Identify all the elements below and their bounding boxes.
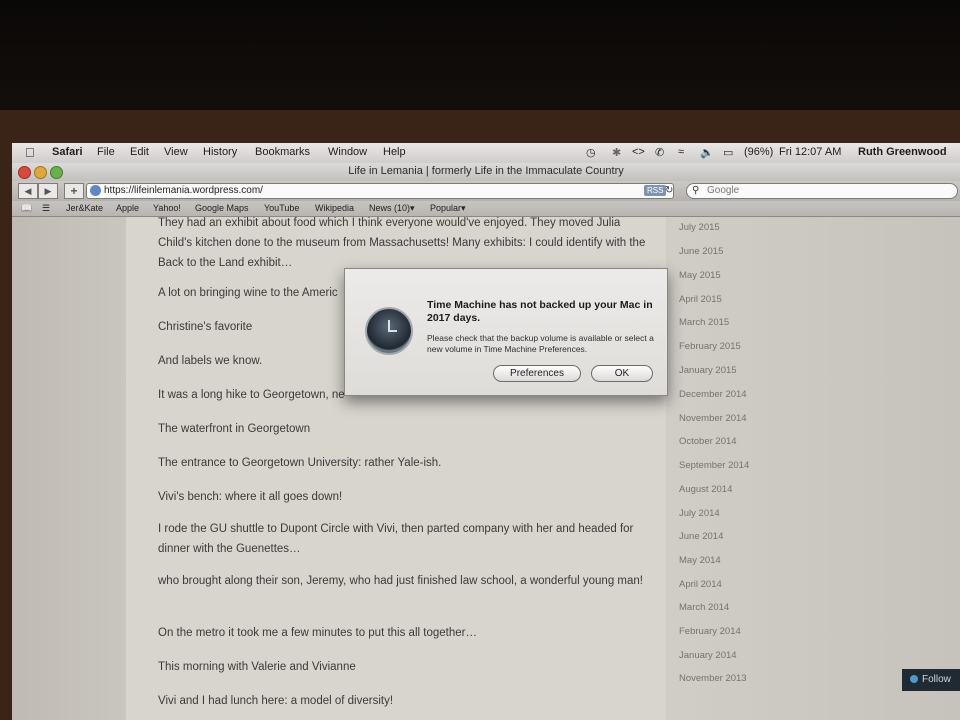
bookmark-item[interactable]: YouTube xyxy=(264,203,299,213)
bookmark-folder[interactable]: Popular▾ xyxy=(430,203,466,214)
archive-link[interactable]: November 2014 xyxy=(679,413,747,424)
bookmark-item[interactable]: Jer&Kate xyxy=(66,203,103,213)
post-paragraph: On the metro it took me a few minutes to… xyxy=(158,627,477,639)
archive-link[interactable]: March 2014 xyxy=(679,602,729,613)
add-bookmark-button[interactable]: + xyxy=(64,183,84,199)
top-sites-icon[interactable]: ☰ xyxy=(42,203,50,214)
rss-button[interactable]: RSS xyxy=(644,185,667,196)
wordpress-icon xyxy=(910,675,918,684)
browser-toolbar: ◀ ▶ + https://lifeinlemania.wordpress.co… xyxy=(12,181,960,201)
user-menu[interactable]: Ruth Greenwood xyxy=(858,146,947,158)
ok-button[interactable]: OK xyxy=(591,365,653,382)
window-title-bar: Life in Lemania | formerly Life in the I… xyxy=(12,163,960,181)
post-paragraph: who brought along their son, Jeremy, who… xyxy=(158,575,643,587)
archive-link[interactable]: February 2014 xyxy=(679,626,741,637)
volume-icon[interactable]: 🔈 xyxy=(700,146,714,159)
battery-percent: (96%) xyxy=(744,146,774,158)
address-bar-url: https://lifeinlemania.wordpress.com/ xyxy=(104,185,263,196)
archive-link[interactable]: October 2014 xyxy=(679,436,737,447)
post-paragraph: I rode the GU shuttle to Dupont Circle w… xyxy=(158,523,634,555)
bluetooth-icon[interactable]: ✱ xyxy=(612,146,621,159)
archive-link[interactable]: June 2015 xyxy=(679,246,723,257)
archive-link[interactable]: September 2014 xyxy=(679,460,749,471)
archive-link[interactable]: June 2014 xyxy=(679,531,723,542)
archive-link[interactable]: December 2014 xyxy=(679,389,747,400)
dialog-title: Time Machine has not backed up your Mac … xyxy=(427,299,653,324)
post-paragraph: Vivi and I had lunch here: a model of di… xyxy=(158,695,394,707)
forward-button[interactable]: ▶ xyxy=(38,183,58,199)
back-button[interactable]: ◀ xyxy=(18,183,38,199)
menu-edit[interactable]: Edit xyxy=(130,146,149,158)
search-input[interactable]: ⚲ Google xyxy=(686,183,958,199)
archive-link[interactable]: May 2014 xyxy=(679,555,721,566)
reload-icon[interactable]: ↻ xyxy=(665,184,673,198)
archive-link[interactable]: May 2015 xyxy=(679,270,721,281)
menu-help[interactable]: Help xyxy=(383,146,406,158)
archive-link[interactable]: January 2015 xyxy=(679,365,737,376)
menu-bar:  Safari File Edit View History Bookmark… xyxy=(12,143,960,164)
apple-menu-icon[interactable]:  xyxy=(25,145,35,160)
menu-clock[interactable]: Fri 12:07 AM xyxy=(779,146,841,158)
address-bar[interactable]: https://lifeinlemania.wordpress.com/ RSS… xyxy=(86,183,674,199)
time-machine-alert-dialog: Time Machine has not backed up your Mac … xyxy=(344,268,668,396)
archive-link[interactable]: November 2013 xyxy=(679,673,747,684)
archive-link[interactable]: July 2014 xyxy=(679,508,720,519)
bookmark-item[interactable]: Yahoo! xyxy=(153,203,181,213)
menu-safari[interactable]: Safari xyxy=(52,146,83,158)
search-icon: ⚲ xyxy=(692,185,700,196)
monitor-bezel-top xyxy=(0,0,960,118)
post-paragraph: The entrance to Georgetown University: r… xyxy=(158,457,442,469)
menu-window[interactable]: Window xyxy=(328,146,367,158)
bookmark-item[interactable]: Google Maps xyxy=(195,203,249,213)
archive-link[interactable]: July 2015 xyxy=(679,222,720,233)
preferences-button[interactable]: Preferences xyxy=(493,365,581,382)
archive-link[interactable]: February 2015 xyxy=(679,341,741,352)
menu-file[interactable]: File xyxy=(97,146,115,158)
follow-button[interactable]: Follow xyxy=(902,669,960,691)
reading-list-icon[interactable]: 📖 xyxy=(21,203,32,214)
time-machine-status-icon[interactable]: ◷ xyxy=(586,146,596,159)
follow-label: Follow xyxy=(922,674,951,685)
time-machine-icon xyxy=(365,307,413,355)
bookmark-item[interactable]: Apple xyxy=(116,203,139,213)
bookmark-folder[interactable]: News (10)▾ xyxy=(369,203,415,214)
post-paragraph: Vivi's bench: where it all goes down! xyxy=(158,491,343,503)
phone-icon[interactable]: ✆ xyxy=(655,146,664,159)
screen:  Safari File Edit View History Bookmark… xyxy=(12,143,960,720)
bookmark-item[interactable]: Wikipedia xyxy=(315,203,354,213)
site-favicon-icon xyxy=(90,185,101,196)
sync-icon[interactable]: <> xyxy=(632,146,645,158)
post-paragraph: The waterfront in Georgetown xyxy=(158,423,311,435)
battery-icon[interactable]: ▭ xyxy=(723,146,733,159)
menu-view[interactable]: View xyxy=(164,146,188,158)
post-paragraph: This morning with Valerie and Vivianne xyxy=(158,661,356,673)
clock-hand-icon xyxy=(388,330,397,332)
menu-history[interactable]: History xyxy=(203,146,237,158)
archive-link[interactable]: March 2015 xyxy=(679,317,729,328)
archive-link[interactable]: January 2014 xyxy=(679,650,737,661)
window-title: Life in Lemania | formerly Life in the I… xyxy=(348,165,624,177)
archive-link[interactable]: August 2014 xyxy=(679,484,732,495)
archive-link[interactable]: April 2015 xyxy=(679,294,722,305)
search-placeholder: Google xyxy=(707,185,740,196)
dialog-message: Please check that the backup volume is a… xyxy=(427,333,654,354)
post-paragraph: They had an exhibit about food which I t… xyxy=(158,217,646,269)
wifi-icon[interactable]: ≈ xyxy=(678,146,684,158)
archive-link[interactable]: April 2014 xyxy=(679,579,722,590)
menu-bookmarks[interactable]: Bookmarks xyxy=(255,146,310,158)
bookmarks-bar: 📖 ☰ Jer&Kate Apple Yahoo! Google Maps Yo… xyxy=(12,201,960,217)
